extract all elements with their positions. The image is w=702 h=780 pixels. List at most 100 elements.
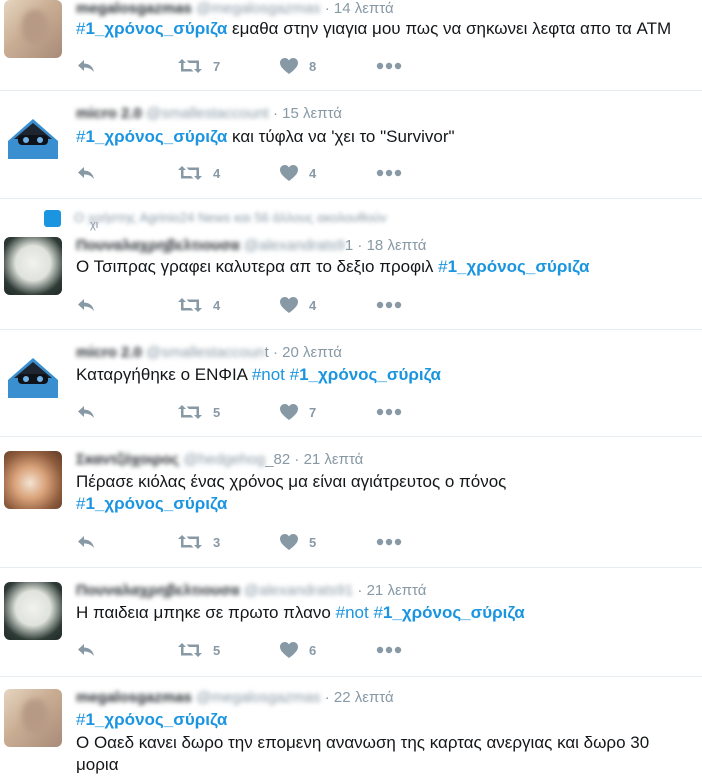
more-icon — [376, 408, 402, 416]
retweet-icon — [177, 403, 203, 421]
tweet[interactable]: micro 2.0 @smallestaccount · 20 λεπτά Κα… — [0, 330, 702, 437]
username[interactable]: @smallestaccoun — [146, 344, 265, 361]
retweet-button[interactable]: 3 — [177, 532, 220, 552]
display-name[interactable]: Σκαντζόχοιρος — [76, 451, 179, 468]
username[interactable]: @alexandrats9 — [244, 237, 345, 254]
hashtag[interactable]: #not — [336, 603, 369, 622]
reply-button[interactable] — [76, 640, 96, 660]
tweet[interactable]: megalosgazmas @megalosgazmas · 22 λεπτά … — [0, 677, 702, 780]
more-icon — [376, 538, 402, 546]
hashtag[interactable]: 1_χρόνος_σύριζα — [85, 494, 227, 513]
retweet-count: 4 — [213, 297, 221, 313]
hashtag[interactable]: 1_χρόνος_σύριζα — [299, 365, 441, 384]
tweet-actions: 56 — [76, 640, 436, 660]
hashtag[interactable]: 1_χρόνος_σύριζα — [85, 19, 227, 38]
more-button[interactable] — [376, 62, 402, 70]
hashtag[interactable]: # — [373, 603, 382, 622]
tweet-header: Πουναλαχρηβελτιουσα @alexandrats91 · 18 … — [76, 237, 427, 254]
retweet-button[interactable]: 5 — [177, 640, 220, 660]
user-icon — [44, 210, 61, 227]
like-button[interactable]: 6 — [279, 640, 316, 660]
timestamp[interactable]: 14 λεπτά — [334, 0, 394, 17]
more-icon — [376, 169, 402, 177]
more-button[interactable] — [376, 301, 402, 309]
tweet-text: Η παιδεια μπηκε σε πρωτο πλανο #not #1_χ… — [76, 602, 525, 624]
hashtag[interactable]: 1_χρόνος_σύριζα — [448, 257, 590, 276]
tweet[interactable]: megalosgazmas @megalosgazmas · 14 λεπτά … — [0, 0, 702, 91]
hashtag[interactable]: 1_χρόνος_σύριζα — [383, 603, 525, 622]
tweet-text-segment: Ο Τσιπρας γραφει καλυτερα απ το δεξιο πρ… — [76, 257, 439, 276]
reply-button[interactable] — [76, 56, 96, 76]
more-button[interactable] — [376, 646, 402, 654]
avatar[interactable] — [4, 344, 62, 402]
tweet-text: #1_χρόνος_σύριζα — [76, 709, 227, 731]
timestamp[interactable]: 22 λεπτά — [334, 689, 394, 706]
username[interactable]: @hedgehog — [183, 451, 265, 468]
username[interactable]: @alexandrats91 — [244, 582, 353, 599]
tweet-actions: 57 — [76, 402, 436, 422]
hashtag[interactable]: #not — [252, 365, 285, 384]
username[interactable]: @smallestaccount — [146, 105, 269, 122]
timestamp[interactable]: 21 λεπτά — [304, 451, 364, 468]
tweet[interactable]: Σκαντζόχοιρος @hedgehog_82 · 21 λεπτά Πέ… — [0, 437, 702, 568]
more-icon — [376, 301, 402, 309]
avatar[interactable] — [4, 0, 62, 58]
retweet-button[interactable]: 4 — [177, 163, 220, 183]
retweet-icon — [177, 57, 203, 75]
retweet-count: 5 — [213, 642, 221, 658]
tweet[interactable]: Ο χρήστης Agrinio24 News και 56 άλλους α… — [0, 199, 702, 330]
hashtag[interactable]: # — [438, 257, 447, 276]
username[interactable]: @megalosgazmas — [196, 689, 320, 706]
display-name[interactable]: micro 2.0 — [76, 105, 142, 122]
more-button[interactable] — [376, 408, 402, 416]
avatar[interactable] — [4, 689, 62, 747]
like-icon — [279, 641, 299, 659]
retweet-icon — [177, 641, 203, 659]
tweet-text: #1_χρόνος_σύριζα εμαθα στην γιαγια μου π… — [76, 18, 671, 40]
display-name[interactable]: Πουναλαχρηβελτιουσα — [76, 237, 240, 254]
hashtag[interactable]: 1_χρόνος_σύριζα — [85, 127, 227, 146]
retweet-count: 7 — [213, 58, 221, 74]
tweet-text-segment: Καταργήθηκε ο ΕΝΦΙΑ — [76, 365, 252, 384]
like-button[interactable]: 8 — [279, 56, 316, 76]
username[interactable]: @megalosgazmas — [196, 0, 320, 17]
retweet-button[interactable]: 7 — [177, 56, 220, 76]
display-name[interactable]: Πουναλαχρηβελτιουσα — [76, 582, 240, 599]
like-button[interactable]: 4 — [279, 163, 316, 183]
like-count: 4 — [309, 297, 317, 313]
retweet-button[interactable]: 5 — [177, 402, 220, 422]
timestamp[interactable]: 21 λεπτά — [367, 582, 427, 599]
more-button[interactable] — [376, 538, 402, 546]
hashtag[interactable]: # — [290, 365, 299, 384]
tweet-text-segment: Πέρασε κιόλας ένας χρόνος μα είναι αγιάτ… — [76, 472, 507, 491]
avatar[interactable] — [4, 582, 62, 640]
timestamp[interactable]: 18 λεπτά — [367, 237, 427, 254]
avatar[interactable] — [4, 451, 62, 509]
reply-button[interactable] — [76, 295, 96, 315]
like-count: 6 — [309, 642, 317, 658]
like-button[interactable]: 4 — [279, 295, 316, 315]
display-name[interactable]: megalosgazmas — [76, 0, 192, 17]
like-button[interactable]: 7 — [279, 402, 316, 422]
tweet-text-line-2: #1_χρόνος_σύριζα — [76, 493, 227, 515]
hashtag[interactable]: 1_χρόνος_σύριζα — [85, 710, 227, 729]
display-name[interactable]: micro 2.0 — [76, 344, 142, 361]
reply-button[interactable] — [76, 163, 96, 183]
retweet-button[interactable]: 4 — [177, 295, 220, 315]
reply-icon — [76, 403, 96, 421]
reply-icon — [76, 296, 96, 314]
avatar[interactable] — [4, 105, 62, 163]
more-button[interactable] — [376, 169, 402, 177]
reply-button[interactable] — [76, 402, 96, 422]
reply-button[interactable] — [76, 532, 96, 552]
timestamp[interactable]: 20 λεπτά — [282, 344, 342, 361]
retweet-count: 4 — [213, 165, 221, 181]
tweet[interactable]: micro 2.0 @smallestaccount · 15 λεπτά #1… — [0, 91, 702, 199]
like-button[interactable]: 5 — [279, 532, 316, 552]
display-name[interactable]: megalosgazmas — [76, 689, 192, 706]
tweet-text: Καταργήθηκε ο ΕΝΦΙΑ #not #1_χρόνος_σύριζ… — [76, 364, 441, 386]
timestamp[interactable]: 15 λεπτά — [282, 105, 342, 122]
like-icon — [279, 533, 299, 551]
avatar[interactable] — [4, 237, 62, 295]
tweet[interactable]: Πουναλαχρηβελτιουσα @alexandrats91 · 21 … — [0, 568, 702, 677]
